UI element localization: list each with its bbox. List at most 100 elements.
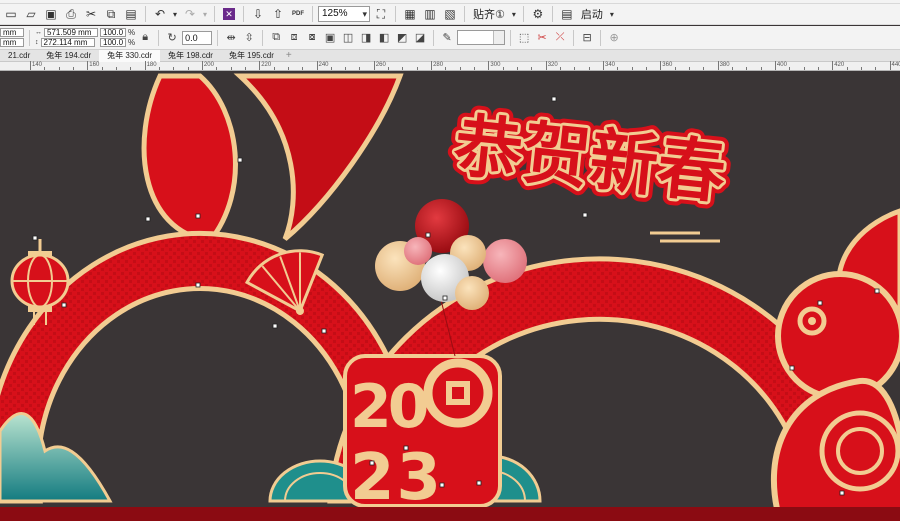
ungroup-icon[interactable]: ⧈ [286, 30, 302, 46]
create-boundary-icon[interactable]: ⬚ [516, 30, 532, 46]
convert-to-curves-icon[interactable]: ⤫ [552, 30, 568, 46]
ruler-tick-mark [144, 61, 146, 70]
standard-toolbar: ▭ ▱ ▣ ⎙ ✂ ⧉ ▤ ↶ ▾ ↷ ▾ ✕ ⇩ ⇧ PDF 125% ⛶ ▦… [0, 4, 900, 25]
front-minus-back-icon[interactable]: ◩ [394, 30, 410, 46]
cloud-line-decoration[interactable] [650, 231, 720, 243]
launch-menu[interactable]: 启动 [578, 6, 606, 22]
ruler-minor-mark [574, 67, 576, 70]
cut-icon[interactable]: ✂ [82, 5, 100, 23]
break-apart-icon[interactable]: ✂ [534, 30, 550, 46]
mirror-horizontal-icon[interactable]: ⇹ [223, 30, 239, 46]
ruler-minor-mark [101, 67, 103, 70]
new-tab-icon[interactable]: + [282, 50, 296, 61]
zoom-level-select[interactable]: 125% [318, 6, 370, 22]
ruler-tick-mark [603, 61, 604, 70]
ruler-tick-label: 240 [318, 62, 329, 68]
headline-group[interactable]: 恭贺新春 恭贺新春 恭贺新春 [442, 100, 736, 221]
ruler-minor-mark [760, 67, 762, 70]
position-x-field[interactable]: mm [0, 28, 24, 37]
rabbit-ears-shape[interactable] [141, 73, 404, 244]
redo-dropdown-icon[interactable]: ▾ [201, 5, 209, 23]
undo-icon[interactable]: ↶ [151, 5, 169, 23]
snap-dropdown-icon[interactable]: ▾ [510, 5, 518, 23]
outline-width-select[interactable] [457, 30, 506, 45]
import-icon[interactable]: ⇩ [249, 5, 267, 23]
show-grid-icon[interactable]: ▥ [421, 5, 439, 23]
document-tab[interactable]: 兔年 194.cdr [38, 50, 99, 62]
scale-y-field[interactable]: 100.0 [100, 38, 126, 47]
property-bar: mm mm ↔ 571.509 mm ↕ 272.114 mm 100.0% 100… [0, 26, 900, 50]
trim-icon[interactable]: ◫ [340, 30, 356, 46]
drawing-canvas[interactable]: 20 23 恭贺新春 恭贺新春 恭贺新春 [0, 71, 900, 521]
ruler-minor-mark [330, 67, 332, 70]
open-icon[interactable]: ▱ [22, 5, 40, 23]
size-fields: ↔ 571.509 mm ↕ 272.114 mm [35, 28, 98, 47]
year-bottom-text: 23 [350, 441, 443, 515]
ruler-minor-mark [459, 67, 461, 70]
width-field[interactable]: 571.509 mm [44, 28, 98, 37]
ruler-tick-label: 360 [662, 62, 673, 68]
height-icon: ↕ [35, 39, 39, 46]
ruler-minor-mark [731, 67, 733, 70]
options-gear-icon[interactable]: ⚙ [529, 5, 547, 23]
print-icon[interactable]: ⎙ [62, 5, 80, 23]
ruler-minor-mark [674, 67, 676, 70]
ruler-minor-mark [846, 67, 848, 70]
document-tab[interactable]: 21.cdr [0, 50, 38, 62]
add-icon[interactable]: ⊕ [606, 30, 622, 46]
teal-mountains-shape[interactable] [0, 412, 113, 503]
publish-pdf-icon[interactable]: PDF [289, 5, 307, 23]
outline-pen-icon: ✎ [442, 32, 452, 44]
lock-ratio-icon[interactable]: 🔒︎ [137, 30, 153, 46]
show-guidelines-icon[interactable]: ▧ [441, 5, 459, 23]
group-icon[interactable]: ⧉ [268, 30, 284, 46]
separator [522, 6, 524, 22]
separator [145, 6, 146, 22]
ruler-minor-mark [388, 67, 390, 70]
full-screen-icon[interactable]: ⛶ [372, 5, 390, 23]
document-tab[interactable]: 兔年 195.cdr [221, 50, 282, 62]
back-minus-front-icon[interactable]: ◪ [412, 30, 428, 46]
ruler-minor-mark [502, 67, 504, 70]
position-y-field[interactable]: mm [0, 38, 24, 47]
ruler-tick-mark [316, 61, 318, 70]
show-rulers-icon[interactable]: ▦ [401, 5, 419, 23]
corel-connect-icon[interactable]: ✕ [220, 5, 238, 23]
redo-icon[interactable]: ↷ [181, 5, 199, 23]
document-tab[interactable]: 兔年 198.cdr [160, 50, 221, 62]
position-fields: mm mm [0, 28, 24, 47]
scale-fields: 100.0% 100.0% [100, 28, 135, 47]
weld-icon[interactable]: ▣ [322, 30, 338, 46]
ruler-tick-label: 400 [776, 62, 787, 68]
horizontal-ruler[interactable]: 140 160 180 200 220 240 260 280 300 320 340 360 380 4… [0, 61, 900, 71]
ruler-minor-mark [72, 67, 74, 70]
rotation-field[interactable]: 0.0 [182, 30, 213, 45]
save-icon[interactable]: ▣ [42, 5, 60, 23]
ruler-tick-mark [832, 61, 834, 70]
year-2023-panel[interactable]: 20 23 [343, 354, 502, 515]
document-tab-active[interactable]: 兔年 330.cdr [99, 49, 161, 62]
new-document-icon[interactable]: ▭ [2, 5, 20, 23]
ruler-tick-label: 260 [375, 62, 386, 68]
ruler-tick-mark [660, 61, 662, 70]
application-launcher-icon[interactable]: ▤ [558, 5, 576, 23]
height-field[interactable]: 272.114 mm [40, 38, 95, 47]
ungroup-all-icon[interactable]: ⧇ [304, 30, 320, 46]
simplify-icon[interactable]: ◧ [376, 30, 392, 46]
intersect-icon[interactable]: ◨ [358, 30, 374, 46]
ruler-tick-label: 340 [605, 62, 616, 68]
export-icon[interactable]: ⇧ [269, 5, 287, 23]
scale-x-field[interactable]: 100.0 [100, 28, 126, 37]
snap-to-menu[interactable]: 贴齐① [470, 6, 508, 22]
separator [29, 29, 30, 46]
align-distribute-icon[interactable]: ⊟ [579, 30, 595, 46]
paste-icon[interactable]: ▤ [122, 5, 140, 23]
launch-dropdown-icon[interactable]: ▾ [608, 5, 616, 23]
mirror-vertical-icon[interactable]: ⇳ [241, 30, 257, 46]
separator [262, 29, 264, 46]
ruler-minor-mark [474, 67, 476, 70]
copy-icon[interactable]: ⧉ [102, 5, 120, 23]
ruler-minor-mark [173, 67, 175, 70]
ruler-minor-mark [517, 67, 519, 70]
undo-dropdown-icon[interactable]: ▾ [171, 5, 179, 23]
